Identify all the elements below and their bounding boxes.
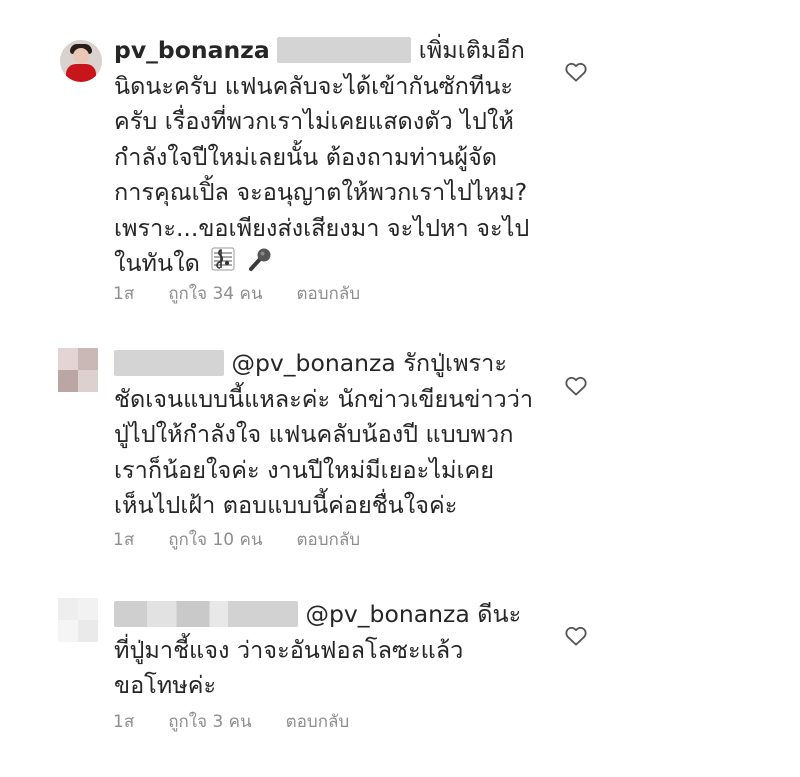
avatar[interactable] [60, 40, 102, 82]
comment-line: @pv_bonanza รักปู่เพราะ [114, 346, 533, 382]
reply-button[interactable]: ตอบกลับ [296, 284, 360, 304]
avatar[interactable] [58, 348, 98, 392]
reply-button[interactable]: ตอบกลับ [296, 530, 360, 550]
comment-line: นิดนะครับ แฟนคลับจะได้เข้ากันซักทีนะ [114, 71, 514, 100]
comment-line-text: ดีนะ [477, 600, 522, 628]
microphone-icon [247, 246, 273, 283]
like-count[interactable]: ถูกใจ 10 คน [168, 530, 262, 550]
comment-text: @pv_bonanza ดีนะ ที่ปู่มาชี้แจง ว่าจะอัน… [114, 597, 521, 704]
comment-line: @pv_bonanza ดีนะ [114, 597, 521, 633]
comment-line: ปู่ไปให้กำลังใจ แฟนคลับน้องปี แบบพวก [114, 420, 514, 448]
avatar-shirt [66, 64, 96, 82]
reply-button[interactable]: ตอบกลับ [286, 712, 350, 732]
comment-line: เราก็น้อยใจค่ะ งานปีใหม่มีเยอะไม่เคย [114, 455, 495, 484]
heart-outline-icon[interactable] [565, 376, 587, 396]
music-score-icon [211, 246, 235, 283]
timestamp: 1ส [113, 712, 135, 732]
comment-meta: 1ส ถูกใจ 3 คน ตอบกลับ [113, 708, 383, 735]
avatar-face [73, 48, 89, 64]
timestamp: 1ส [113, 284, 135, 304]
comment-line: pv_bonanza เพิ่มเติมอีก [114, 33, 529, 69]
redacted-mention [277, 36, 412, 63]
comment-line-text: เพิ่มเติมอีก [418, 36, 525, 64]
comment-text: @pv_bonanza รักปู่เพราะ ชัดเจนแบบนี้แหละ… [114, 346, 533, 524]
username[interactable]: pv_bonanza [114, 36, 270, 64]
comment-line: ครับ เรื่องที่พวกเราไม่เคยแสดงตัว ไปให้ [114, 107, 514, 135]
comment-meta: 1ส ถูกใจ 34 คน ตอบกลับ [113, 280, 394, 307]
mention[interactable]: @pv_bonanza [231, 349, 395, 377]
like-count[interactable]: ถูกใจ 3 คน [168, 712, 251, 732]
comment-line: ที่ปู่มาชี้แจง ว่าจะอันฟอลโลซะแล้ว [114, 635, 464, 664]
heart-outline-icon[interactable] [565, 626, 587, 646]
comment-line-text: รักปู่เพราะ [403, 349, 507, 377]
redacted-username [114, 600, 298, 627]
comment-line: ขอโทษค่ะ [114, 671, 217, 699]
comment-line-text: ในทันใด [114, 249, 200, 277]
comment-line: ในทันใด [114, 246, 529, 283]
like-count[interactable]: ถูกใจ 34 คน [168, 284, 262, 304]
timestamp: 1ส [113, 530, 135, 550]
comment-line: การคุณเปิ้ล จะอนุญาตให้พวกเราไปไหม? [114, 178, 528, 206]
avatar[interactable] [58, 598, 98, 642]
comment-meta: 1ส ถูกใจ 10 คน ตอบกลับ [113, 526, 394, 553]
comment-line: เพราะ...ขอเพียงส่งเสียงมา จะไปหา จะไป [114, 213, 530, 242]
heart-outline-icon[interactable] [565, 62, 587, 82]
comment-line: กำลังใจปีใหม่เลยนั้น ต้องถามท่านผู้จัด [114, 142, 498, 171]
comment-text: pv_bonanza เพิ่มเติมอีก นิดนะครับ แฟนคลั… [114, 33, 529, 283]
comment-line: เห็นไปเฝ้า ตอบแบบนี้ค่อยชื่นใจค่ะ [114, 491, 458, 519]
redacted-username [114, 349, 224, 376]
comment-line: ชัดเจนแบบนี้แหละค่ะ นักข่าวเขียนข่าวว่า [114, 384, 534, 413]
mention[interactable]: @pv_bonanza [305, 600, 469, 628]
